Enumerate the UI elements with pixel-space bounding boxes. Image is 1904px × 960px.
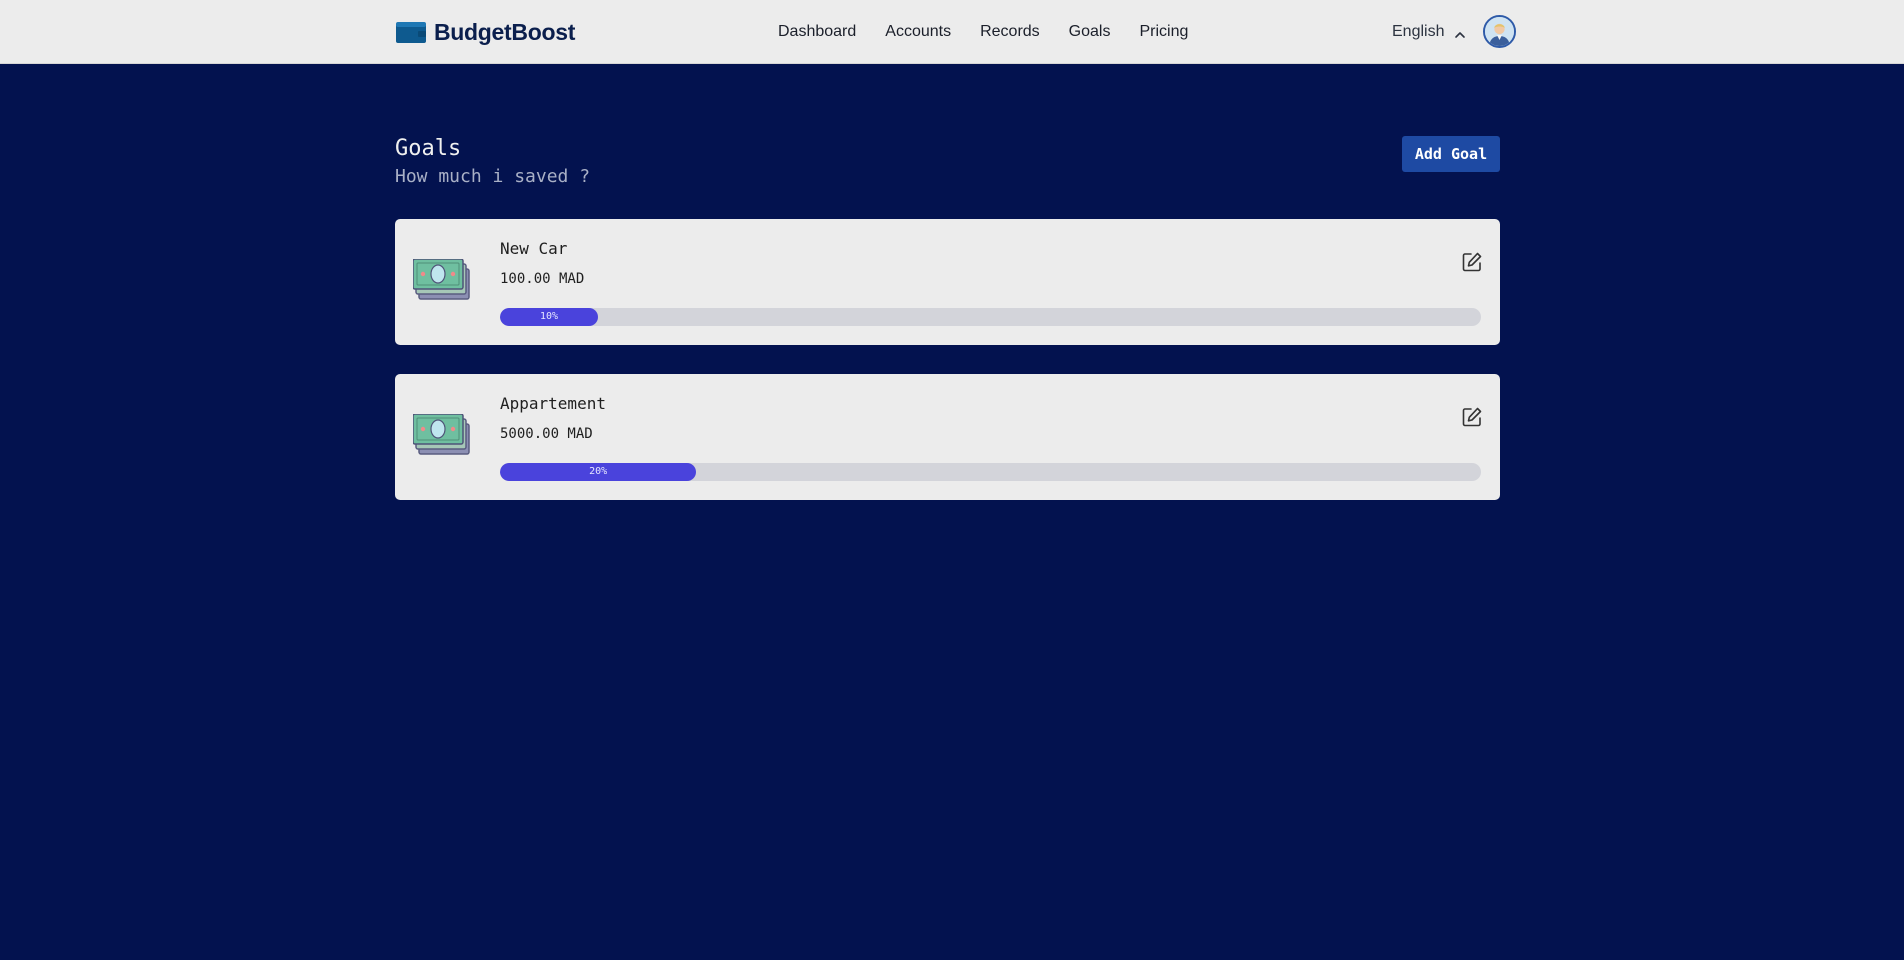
edit-icon[interactable]: [1461, 406, 1483, 428]
goal-progress-bar: 10%: [500, 308, 1481, 326]
page-title: Goals: [395, 136, 462, 161]
money-stack-icon: [412, 258, 473, 301]
goal-card: New Car 100.00 MAD 10%: [395, 219, 1500, 345]
add-goal-button[interactable]: Add Goal: [1402, 136, 1500, 172]
language-selector[interactable]: English: [1392, 20, 1466, 44]
nav-dashboard[interactable]: Dashboard: [778, 23, 856, 41]
top-navbar: BudgetBoost Dashboard Accounts Records G…: [0, 0, 1904, 64]
goal-progress-fill: 10%: [500, 308, 599, 326]
user-avatar[interactable]: [1483, 15, 1516, 48]
money-stack-icon: [412, 413, 473, 456]
goal-card: Appartement 5000.00 MAD 20%: [395, 374, 1500, 500]
goal-name: Appartement: [500, 394, 606, 413]
brand-name: BudgetBoost: [434, 18, 576, 45]
goal-name: New Car: [500, 239, 568, 258]
language-label: English: [1392, 23, 1445, 40]
goal-amount: 100.00 MAD: [500, 271, 585, 287]
nav-records[interactable]: Records: [980, 23, 1040, 41]
nav-accounts[interactable]: Accounts: [885, 23, 951, 41]
wallet-icon: [396, 21, 427, 43]
page-subtitle: How much i saved ?: [395, 166, 591, 187]
nav-goals[interactable]: Goals: [1069, 23, 1111, 41]
nav-pricing[interactable]: Pricing: [1139, 23, 1188, 41]
goal-progress-fill: 20%: [500, 463, 697, 481]
goal-progress-label: 20%: [589, 466, 608, 477]
chevron-up-icon: [1454, 26, 1466, 38]
edit-icon[interactable]: [1461, 251, 1483, 273]
goal-progress-bar: 20%: [500, 463, 1481, 481]
brand-logo[interactable]: BudgetBoost: [396, 19, 575, 45]
goal-progress-label: 10%: [540, 311, 559, 322]
main-nav: Dashboard Accounts Records Goals Pricing: [778, 20, 1217, 44]
goal-amount: 5000.00 MAD: [500, 426, 593, 442]
